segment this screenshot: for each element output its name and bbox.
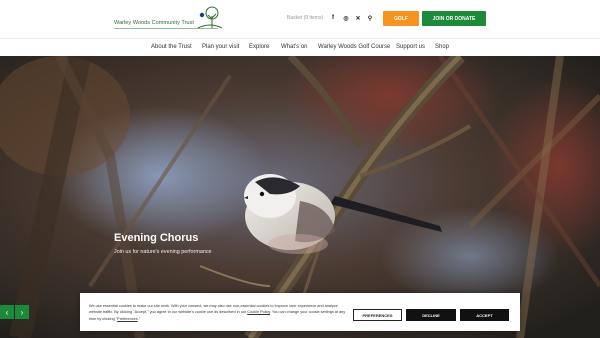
x-twitter-icon[interactable]: ✕ <box>354 14 362 22</box>
golf-button[interactable]: GOLF <box>383 11 419 26</box>
cookie-consent-text: We use essential cookies to make our sit… <box>89 303 351 322</box>
main-navigation: About the Trust Plan your visit Explore … <box>0 38 600 56</box>
nav-item-explore[interactable]: Explore <box>249 44 269 50</box>
cookie-policy-link[interactable]: Cookie Policy <box>247 310 270 314</box>
nav-item-whats-on[interactable]: What's on <box>281 44 308 50</box>
accept-button[interactable]: ACCEPT <box>460 309 509 321</box>
search-icon[interactable]: ⚲ <box>366 14 374 22</box>
hero-title: Evening Chorus <box>114 232 199 244</box>
nav-item-shop[interactable]: Shop <box>435 44 449 50</box>
cookie-consent-banner: We use essential cookies to make our sit… <box>80 293 520 331</box>
site-logo[interactable]: Warley Woods Community Trust <box>114 6 224 34</box>
slider-prev-button[interactable]: ‹ <box>0 305 14 319</box>
tree-logo-icon <box>197 6 222 29</box>
join-or-donate-button[interactable]: JOIN OR DONATE <box>422 11 486 26</box>
basket-link[interactable]: Basket (0 items) <box>287 15 323 21</box>
instagram-icon[interactable]: ◎ <box>342 14 350 22</box>
nav-item-about-the-trust[interactable]: About the Trust <box>151 44 192 50</box>
site-header: Warley Woods Community Trust Basket (0 i… <box>0 0 600 38</box>
preferences-link[interactable]: Preferences <box>117 317 137 321</box>
slider-next-button[interactable]: › <box>15 305 29 319</box>
cookie-text-part-3: ." <box>137 316 141 321</box>
nav-item-plan-your-visit[interactable]: Plan your visit <box>202 44 239 50</box>
nav-item-support-us[interactable]: Support us <box>396 44 425 50</box>
decline-button[interactable]: DECLINE <box>406 309 456 321</box>
facebook-icon[interactable]: f <box>329 14 337 22</box>
logo-text: Warley Woods Community Trust <box>114 20 194 26</box>
preferences-button[interactable]: PREFERENCES <box>353 309 402 321</box>
hero-subtitle: Join us for nature's evening performance <box>114 249 212 255</box>
nav-item-golf-course[interactable]: Warley Woods Golf Course <box>318 44 390 50</box>
